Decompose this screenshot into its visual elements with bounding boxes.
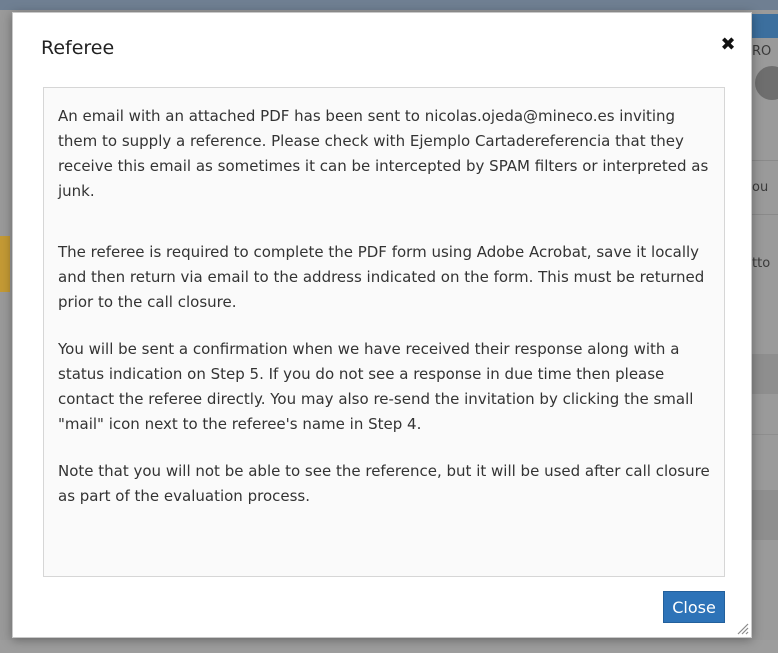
background-text-fragment-2: tto (752, 256, 771, 271)
dialog-message-box: An email with an attached PDF has been s… (43, 87, 725, 577)
background-header-fragment: RO (752, 44, 772, 59)
message-paragraph: You will be sent a confirmation when we … (58, 340, 694, 433)
background-avatar (755, 66, 778, 100)
referee-dialog: Referee ✖ An email with an attached PDF … (12, 12, 752, 638)
background-table-row (748, 490, 778, 540)
close-button[interactable]: Close (663, 591, 725, 623)
message-paragraph: Note that you will not be able to see th… (58, 462, 710, 505)
message-paragraph: An email with an attached PDF has been s… (58, 107, 709, 200)
background-highlight (0, 236, 10, 292)
message-paragraph: The referee is required to complete the … (58, 243, 705, 311)
background-footer (0, 640, 778, 653)
background-top-bar (0, 0, 778, 10)
background-divider (748, 160, 778, 161)
resize-handle-icon[interactable] (735, 621, 749, 635)
background-table-row (748, 354, 778, 394)
background-text-fragment-1: ou (752, 180, 769, 195)
background-divider (748, 214, 778, 215)
background-divider (748, 434, 778, 435)
close-icon[interactable]: ✖ (719, 35, 737, 55)
dialog-title: Referee (41, 37, 115, 59)
